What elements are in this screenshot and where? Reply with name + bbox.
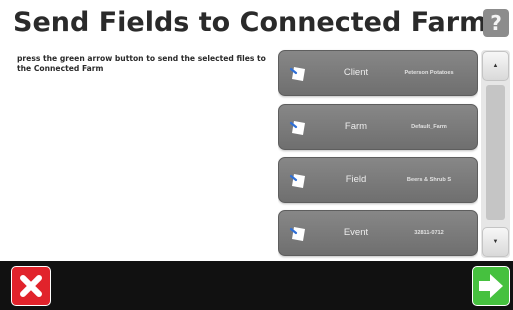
scrollbar[interactable]: ▲ ▼: [481, 50, 510, 258]
row-label: Farm: [344, 121, 368, 132]
row-value: 32811-0712: [414, 230, 444, 236]
help-icon: ?: [490, 11, 502, 35]
arrow-up-icon: ▲: [492, 63, 499, 69]
row-value: Default_Farm: [411, 124, 447, 130]
bottom-bar: [0, 261, 513, 310]
row-label: Event: [343, 227, 369, 238]
close-icon: [20, 275, 42, 297]
row-value: Beers & Shrub S: [406, 177, 452, 183]
cancel-button[interactable]: [11, 266, 51, 306]
client-selector[interactable]: Client Peterson Potatoes: [278, 50, 478, 96]
farm-selector[interactable]: Farm Default_Farm: [278, 104, 478, 150]
row-label: Client: [343, 67, 369, 78]
arrow-down-icon: ▼: [492, 239, 499, 245]
arrow-right-icon: [479, 274, 503, 298]
help-button[interactable]: ?: [483, 9, 509, 37]
scroll-up-button[interactable]: ▲: [482, 51, 509, 81]
scroll-thumb[interactable]: [486, 85, 505, 220]
field-selector[interactable]: Field Beers & Shrub S: [278, 157, 478, 203]
document-icon: [289, 67, 305, 81]
document-icon: [289, 121, 305, 135]
selection-list: Client Peterson Potatoes Farm Default_Fa…: [278, 47, 478, 259]
document-icon: [289, 227, 305, 241]
event-selector[interactable]: Event 32811-0712: [278, 210, 478, 256]
instructions-text: press the green arrow button to send the…: [17, 54, 266, 73]
page-title: Send Fields to Connected Farm: [13, 7, 488, 38]
scroll-down-button[interactable]: ▼: [482, 227, 509, 257]
row-label: Field: [345, 174, 367, 185]
row-value: Peterson Potatoes: [404, 70, 454, 76]
send-button[interactable]: [472, 266, 510, 306]
document-icon: [289, 174, 305, 188]
